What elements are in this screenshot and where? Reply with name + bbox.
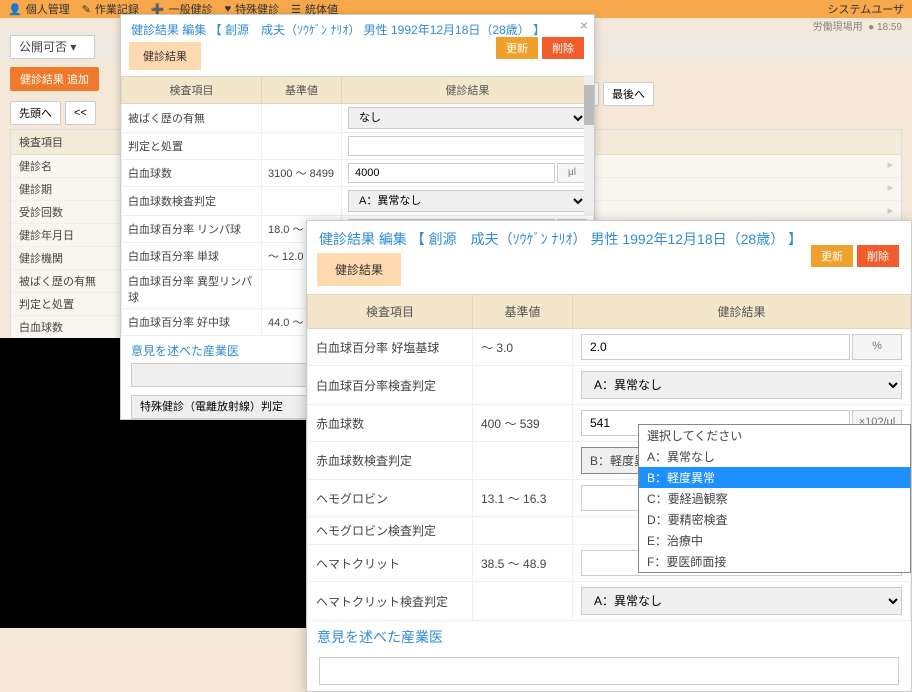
dropdown-option[interactable]: E：治療中	[639, 530, 910, 551]
result-input[interactable]	[348, 163, 555, 183]
table-row: 白血球数検査判定 A：異常なし	[122, 187, 594, 216]
row-ref	[473, 442, 573, 480]
row-label: 白血球百分率 単球	[122, 243, 262, 270]
tab-exam-results-1[interactable]: 健診結果	[129, 42, 201, 70]
table-row: 被ばく歴の有無 なし	[122, 104, 594, 133]
table-row: 白血球百分率 好塩基球～ 3.0%	[308, 329, 911, 366]
row-label: 赤血球数	[308, 405, 473, 442]
nav-last[interactable]: 最後へ	[603, 82, 654, 106]
add-exam-button[interactable]: 健診結果 追加	[10, 67, 99, 91]
row-label: 白血球百分率 好中球	[122, 309, 262, 336]
nav-first[interactable]: 先頭へ	[10, 101, 61, 125]
nav-personal[interactable]: 👤 個人管理	[8, 1, 70, 17]
tab-exam-results-2[interactable]: 健診結果	[317, 253, 401, 286]
row-label: 白血球数	[122, 160, 262, 187]
row-label: 白血球数検査判定	[122, 187, 262, 216]
scrollbar[interactable]	[584, 75, 594, 215]
row-ref: 3100 ～ 8499	[262, 160, 342, 187]
result-input[interactable]	[348, 136, 587, 156]
unit-label: %	[852, 334, 902, 360]
dept-label: 労働現場用	[813, 22, 863, 33]
dropdown-option[interactable]: C：要経過観察	[639, 488, 910, 509]
row-label: ヘマトクリット検査判定	[308, 582, 473, 621]
row-label: 白血球百分率 リンパ球	[122, 216, 262, 243]
col-result-2: 健診結果	[573, 295, 911, 329]
row-label: 判定と処置	[122, 133, 262, 160]
row-label: ヘマトクリット	[308, 545, 473, 582]
table-row: ヘマトクリット検査判定 A：異常なし	[308, 582, 911, 621]
row-ref: 400 ～ 539	[473, 405, 573, 442]
nav-prev[interactable]: <<	[65, 101, 96, 125]
table-row: 白血球数3100 ～ 8499 μl	[122, 160, 594, 187]
row-label: ヘモグロビン検査判定	[308, 517, 473, 545]
row-ref	[473, 582, 573, 621]
result-select[interactable]: A：異常なし	[581, 587, 902, 615]
dropdown-option[interactable]: B：軽度異常	[639, 467, 910, 488]
doctor-input-2[interactable]	[319, 657, 899, 685]
modal1-title: 健診結果 編集 【 創源 成夫（ｿｳｹﾞﾝ ﾅﾘｵ） 男性 1992年12月18…	[131, 21, 584, 38]
result-select[interactable]: なし	[348, 107, 587, 129]
row-label: 白血球百分率 異型リンパ球	[122, 270, 262, 309]
update-button-2[interactable]: 更新	[811, 245, 853, 267]
row-ref: ～ 3.0	[473, 329, 573, 366]
table-row: 白血球百分率検査判定 A：異常なし	[308, 366, 911, 405]
col-ref: 基準値	[262, 77, 342, 104]
col-item: 検査項目	[122, 77, 262, 104]
unit-label: μl	[557, 163, 587, 183]
delete-button-2[interactable]: 削除	[857, 245, 899, 267]
dropdown-option[interactable]: F：要医師面接	[639, 551, 910, 572]
row-label: 白血球百分率検査判定	[308, 366, 473, 405]
table-row: 判定と処置	[122, 133, 594, 160]
row-ref: 38.5 ～ 48.9	[473, 545, 573, 582]
row-label: 赤血球数検査判定	[308, 442, 473, 480]
row-label: ヘモグロビン	[308, 480, 473, 517]
clock: 18:59	[877, 22, 902, 33]
public-select[interactable]: 公開可否 ▾	[10, 35, 95, 59]
result-input[interactable]	[581, 334, 850, 360]
row-label: 白血球百分率 好塩基球	[308, 329, 473, 366]
row-ref	[262, 104, 342, 133]
dropdown-option[interactable]: 選択してください	[639, 425, 910, 446]
doctor-label-2: 意見を述べた産業医	[307, 621, 911, 651]
col-item-2: 検査項目	[308, 295, 473, 329]
row-label: 被ばく歴の有無	[122, 104, 262, 133]
row-ref: 13.1 ～ 16.3	[473, 480, 573, 517]
row-ref	[262, 187, 342, 216]
col-result: 健診結果	[342, 77, 594, 104]
scroll-thumb[interactable]	[584, 85, 594, 125]
dropdown-option[interactable]: D：要精密検査	[639, 509, 910, 530]
row-ref	[473, 517, 573, 545]
close-icon[interactable]: ×	[580, 17, 588, 33]
judgment-dropdown-open[interactable]: 選択してくださいA：異常なしB：軽度異常C：要経過観察D：要精密検査E：治療中F…	[638, 424, 911, 573]
result-select[interactable]: A：異常なし	[581, 371, 902, 399]
row-ref	[262, 133, 342, 160]
update-button-1[interactable]: 更新	[496, 37, 538, 59]
user-label: システムユーザ	[828, 1, 904, 17]
delete-button-1[interactable]: 削除	[542, 37, 584, 59]
dropdown-option[interactable]: A：異常なし	[639, 446, 910, 467]
result-select[interactable]: A：異常なし	[348, 190, 587, 212]
col-ref-2: 基準値	[473, 295, 573, 329]
row-ref	[473, 366, 573, 405]
